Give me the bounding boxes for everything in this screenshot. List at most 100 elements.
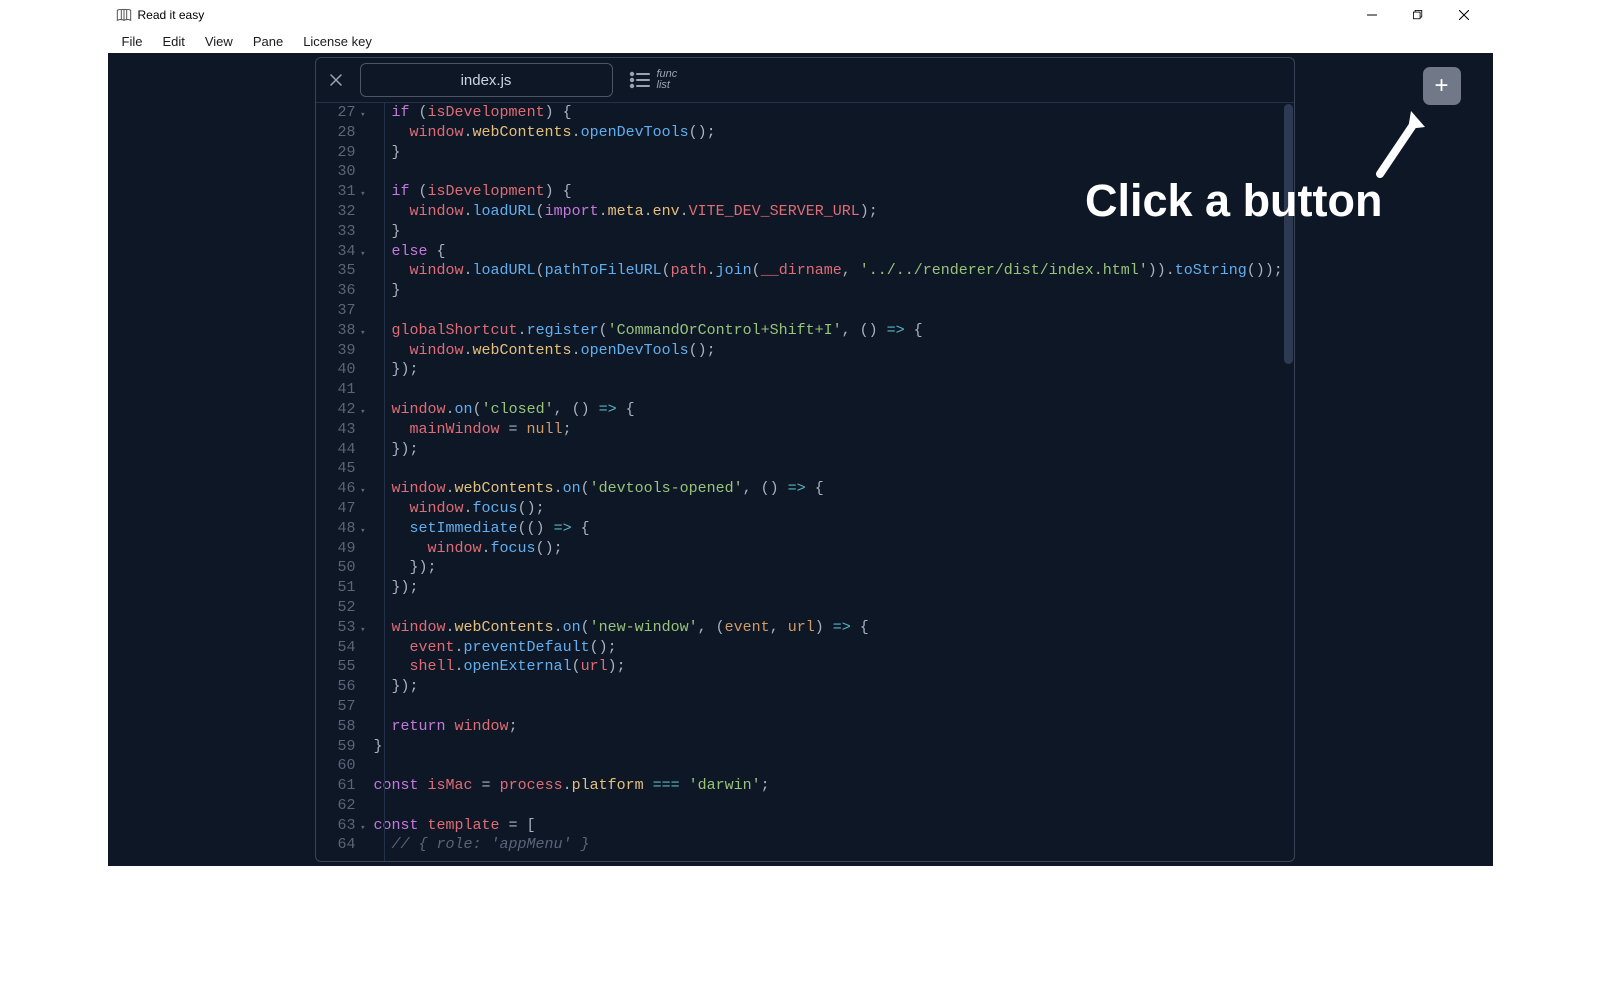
code-content[interactable]: window.webContents.on('devtools-opened',…	[364, 479, 1294, 499]
code-content[interactable]: shell.openExternal(url);	[364, 657, 1294, 677]
line-number: 42▾	[316, 400, 364, 420]
tab-title[interactable]: index.js	[360, 63, 613, 97]
code-line: 49 window.focus();	[316, 539, 1294, 559]
menu-view[interactable]: View	[195, 32, 243, 51]
window-maximize-button[interactable]	[1395, 0, 1441, 30]
line-number: 33	[316, 222, 364, 242]
code-line: 47 window.focus();	[316, 499, 1294, 519]
code-content[interactable]: const template = [	[364, 816, 1294, 836]
code-content[interactable]: event.preventDefault();	[364, 638, 1294, 658]
code-line: 28 window.webContents.openDevTools();	[316, 123, 1294, 143]
line-number: 36	[316, 281, 364, 301]
line-number: 50	[316, 558, 364, 578]
menu-edit[interactable]: Edit	[152, 32, 194, 51]
code-line: 61const isMac = process.platform === 'da…	[316, 776, 1294, 796]
code-line: 54 event.preventDefault();	[316, 638, 1294, 658]
line-number: 63▾	[316, 816, 364, 836]
code-content[interactable]: window.webContents.openDevTools();	[364, 341, 1294, 361]
line-number: 57	[316, 697, 364, 717]
line-number: 34▾	[316, 242, 364, 262]
code-content[interactable]: });	[364, 677, 1294, 697]
code-content[interactable]: });	[364, 440, 1294, 460]
code-content[interactable]: window.on('closed', () => {	[364, 400, 1294, 420]
line-number: 49	[316, 539, 364, 559]
code-line: 45	[316, 459, 1294, 479]
code-line: 35 window.loadURL(pathToFileURL(path.joi…	[316, 261, 1294, 281]
line-number: 39	[316, 341, 364, 361]
code-line: 43 mainWindow = null;	[316, 420, 1294, 440]
code-content[interactable]	[364, 756, 1294, 776]
code-line: 44 });	[316, 440, 1294, 460]
code-content[interactable]	[364, 697, 1294, 717]
code-content[interactable]: window.webContents.on('new-window', (eve…	[364, 618, 1294, 638]
code-content[interactable]	[364, 598, 1294, 618]
code-content[interactable]: window.focus();	[364, 539, 1294, 559]
code-line: 29 }	[316, 143, 1294, 163]
menu-license-key[interactable]: License key	[293, 32, 382, 51]
code-content[interactable]: // { role: 'appMenu' }	[364, 835, 1294, 855]
code-line: 48▾ setImmediate(() => {	[316, 519, 1294, 539]
window-title: Read it easy	[138, 8, 205, 22]
line-number: 43	[316, 420, 364, 440]
code-content[interactable]: });	[364, 558, 1294, 578]
code-line: 64 // { role: 'appMenu' }	[316, 835, 1294, 855]
code-content[interactable]	[364, 796, 1294, 816]
window-close-button[interactable]	[1441, 0, 1487, 30]
line-number: 30	[316, 162, 364, 182]
code-content[interactable]: return window;	[364, 717, 1294, 737]
code-content[interactable]: });	[364, 578, 1294, 598]
code-content[interactable]: }	[364, 737, 1294, 757]
code-line: 41	[316, 380, 1294, 400]
line-number: 64	[316, 835, 364, 855]
code-line: 36 }	[316, 281, 1294, 301]
code-content[interactable]: globalShortcut.register('CommandOrContro…	[364, 321, 1294, 341]
code-content[interactable]	[364, 459, 1294, 479]
line-number: 38▾	[316, 321, 364, 341]
line-number: 56	[316, 677, 364, 697]
code-line: 40 });	[316, 360, 1294, 380]
code-line: 59}	[316, 737, 1294, 757]
code-content[interactable]: window.loadURL(pathToFileURL(path.join(_…	[364, 261, 1294, 281]
function-list-button[interactable]: funclist	[623, 69, 678, 91]
line-number: 59	[316, 737, 364, 757]
line-number: 28	[316, 123, 364, 143]
code-content[interactable]: mainWindow = null;	[364, 420, 1294, 440]
code-content[interactable]: window.focus();	[364, 499, 1294, 519]
code-content[interactable]: setImmediate(() => {	[364, 519, 1294, 539]
code-content[interactable]: window.webContents.openDevTools();	[364, 123, 1294, 143]
line-number: 27▾	[316, 103, 364, 123]
annotation-text: Click a button	[1085, 175, 1383, 227]
code-line: 60	[316, 756, 1294, 776]
code-line: 57	[316, 697, 1294, 717]
line-number: 60	[316, 756, 364, 776]
code-line: 58 return window;	[316, 717, 1294, 737]
menu-file[interactable]: File	[112, 32, 153, 51]
line-number: 61	[316, 776, 364, 796]
editor-tabbar: index.js funclist	[316, 58, 1294, 103]
code-content[interactable]	[364, 301, 1294, 321]
menubar: File Edit View Pane License key	[108, 30, 1493, 53]
line-number: 29	[316, 143, 364, 163]
window-titlebar: Read it easy	[108, 0, 1493, 30]
window-minimize-button[interactable]	[1349, 0, 1395, 30]
tab-close-button[interactable]	[322, 66, 350, 94]
code-content[interactable]: else {	[364, 242, 1294, 262]
line-number: 48▾	[316, 519, 364, 539]
code-content[interactable]	[364, 380, 1294, 400]
code-content[interactable]: if (isDevelopment) {	[364, 103, 1294, 123]
app-icon	[116, 8, 132, 22]
app-body: index.js funclist	[108, 53, 1493, 866]
code-line: 50 });	[316, 558, 1294, 578]
code-content[interactable]: }	[364, 281, 1294, 301]
menu-pane[interactable]: Pane	[243, 32, 293, 51]
code-line: 46▾ window.webContents.on('devtools-open…	[316, 479, 1294, 499]
add-pane-button[interactable]: +	[1423, 67, 1461, 105]
code-line: 55 shell.openExternal(url);	[316, 657, 1294, 677]
code-content[interactable]: const isMac = process.platform === 'darw…	[364, 776, 1294, 796]
code-content[interactable]: });	[364, 360, 1294, 380]
line-number: 47	[316, 499, 364, 519]
scrollbar-thumb[interactable]	[1284, 104, 1293, 364]
code-line: 42▾ window.on('closed', () => {	[316, 400, 1294, 420]
code-content[interactable]: }	[364, 143, 1294, 163]
code-line: 63▾const template = [	[316, 816, 1294, 836]
